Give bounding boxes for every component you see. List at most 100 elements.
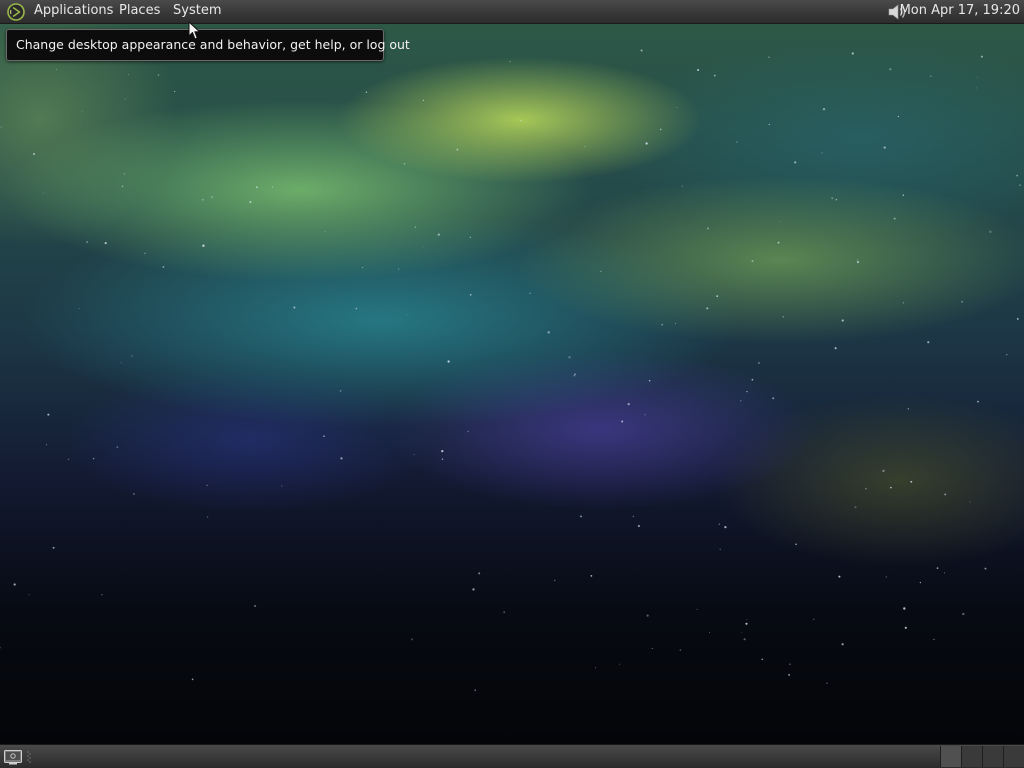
- star: [718, 523, 721, 526]
- places-menu[interactable]: Places: [117, 0, 162, 23]
- star: [885, 576, 887, 578]
- star: [944, 493, 947, 496]
- star: [696, 608, 698, 611]
- star: [751, 378, 754, 381]
- workspace-2[interactable]: [961, 746, 982, 767]
- star: [706, 307, 709, 310]
- star: [0, 126, 3, 128]
- star: [740, 400, 742, 402]
- workspace-1[interactable]: [940, 746, 961, 767]
- star: [206, 516, 209, 518]
- desktop-wallpaper[interactable]: [0, 0, 1024, 768]
- star: [768, 56, 770, 58]
- star: [865, 487, 867, 490]
- star: [719, 548, 721, 550]
- star: [123, 173, 126, 175]
- star: [619, 663, 621, 665]
- star: [637, 524, 641, 528]
- star: [520, 120, 522, 122]
- star: [838, 575, 841, 578]
- star: [81, 110, 83, 112]
- star: [467, 430, 469, 432]
- star: [92, 457, 95, 460]
- star: [640, 49, 643, 52]
- star: [127, 74, 129, 75]
- star: [441, 458, 444, 461]
- panel-drag-handle[interactable]: [26, 749, 32, 764]
- star: [441, 449, 444, 453]
- star: [751, 260, 754, 263]
- star: [854, 506, 857, 509]
- distro-logo-icon[interactable]: [6, 2, 26, 22]
- star: [746, 618, 748, 620]
- star: [856, 260, 860, 264]
- star: [1019, 184, 1022, 187]
- applications-menu[interactable]: Applications: [32, 0, 115, 23]
- star: [919, 581, 922, 584]
- workspace-3[interactable]: [982, 746, 1003, 767]
- star: [757, 362, 760, 364]
- star: [745, 622, 748, 625]
- star: [573, 373, 577, 376]
- star: [413, 454, 415, 456]
- star: [904, 626, 907, 629]
- star: [851, 52, 854, 55]
- star: [162, 266, 165, 268]
- show-desktop-icon[interactable]: [3, 748, 23, 765]
- star: [505, 120, 507, 121]
- system-menu[interactable]: System: [171, 0, 223, 23]
- star: [43, 192, 45, 194]
- star: [554, 579, 556, 582]
- star: [529, 292, 531, 295]
- star: [340, 457, 343, 460]
- star: [104, 242, 107, 245]
- star: [202, 198, 204, 201]
- mouse-pointer-icon: [188, 21, 200, 40]
- star: [478, 572, 481, 575]
- star: [362, 266, 364, 269]
- star: [969, 501, 971, 503]
- star: [893, 217, 896, 220]
- star: [397, 268, 400, 270]
- clock-applet[interactable]: Mon Apr 17, 19:20: [900, 0, 1020, 23]
- star: [474, 689, 476, 691]
- star: [422, 99, 424, 101]
- workspace-4[interactable]: [1003, 746, 1024, 767]
- star: [944, 572, 945, 574]
- star: [132, 492, 136, 496]
- desktop-screen: Applications Places System Mon Apr 17, 1…: [0, 0, 1024, 768]
- star: [980, 55, 983, 58]
- workspace-switcher: [940, 746, 1024, 767]
- star: [410, 638, 414, 641]
- star: [472, 588, 475, 591]
- star: [651, 648, 653, 650]
- star: [503, 611, 506, 614]
- star: [679, 649, 682, 651]
- star: [365, 91, 368, 93]
- star: [835, 199, 838, 201]
- star: [121, 185, 124, 187]
- star: [903, 607, 906, 610]
- star: [33, 153, 35, 155]
- star: [469, 236, 471, 238]
- star: [659, 128, 662, 131]
- star: [1016, 174, 1019, 177]
- star: [509, 61, 511, 63]
- star: [191, 678, 194, 681]
- star: [736, 141, 738, 143]
- star: [961, 300, 964, 303]
- star: [594, 667, 597, 669]
- star: [841, 643, 844, 646]
- star: [890, 486, 892, 489]
- star: [120, 362, 122, 364]
- star: [841, 319, 844, 322]
- star: [856, 258, 858, 260]
- star: [902, 194, 904, 196]
- star: [661, 323, 664, 326]
- star: [645, 142, 648, 145]
- star: [414, 226, 417, 228]
- star: [813, 618, 815, 620]
- star: [936, 567, 939, 570]
- star: [324, 230, 326, 232]
- star: [469, 293, 472, 296]
